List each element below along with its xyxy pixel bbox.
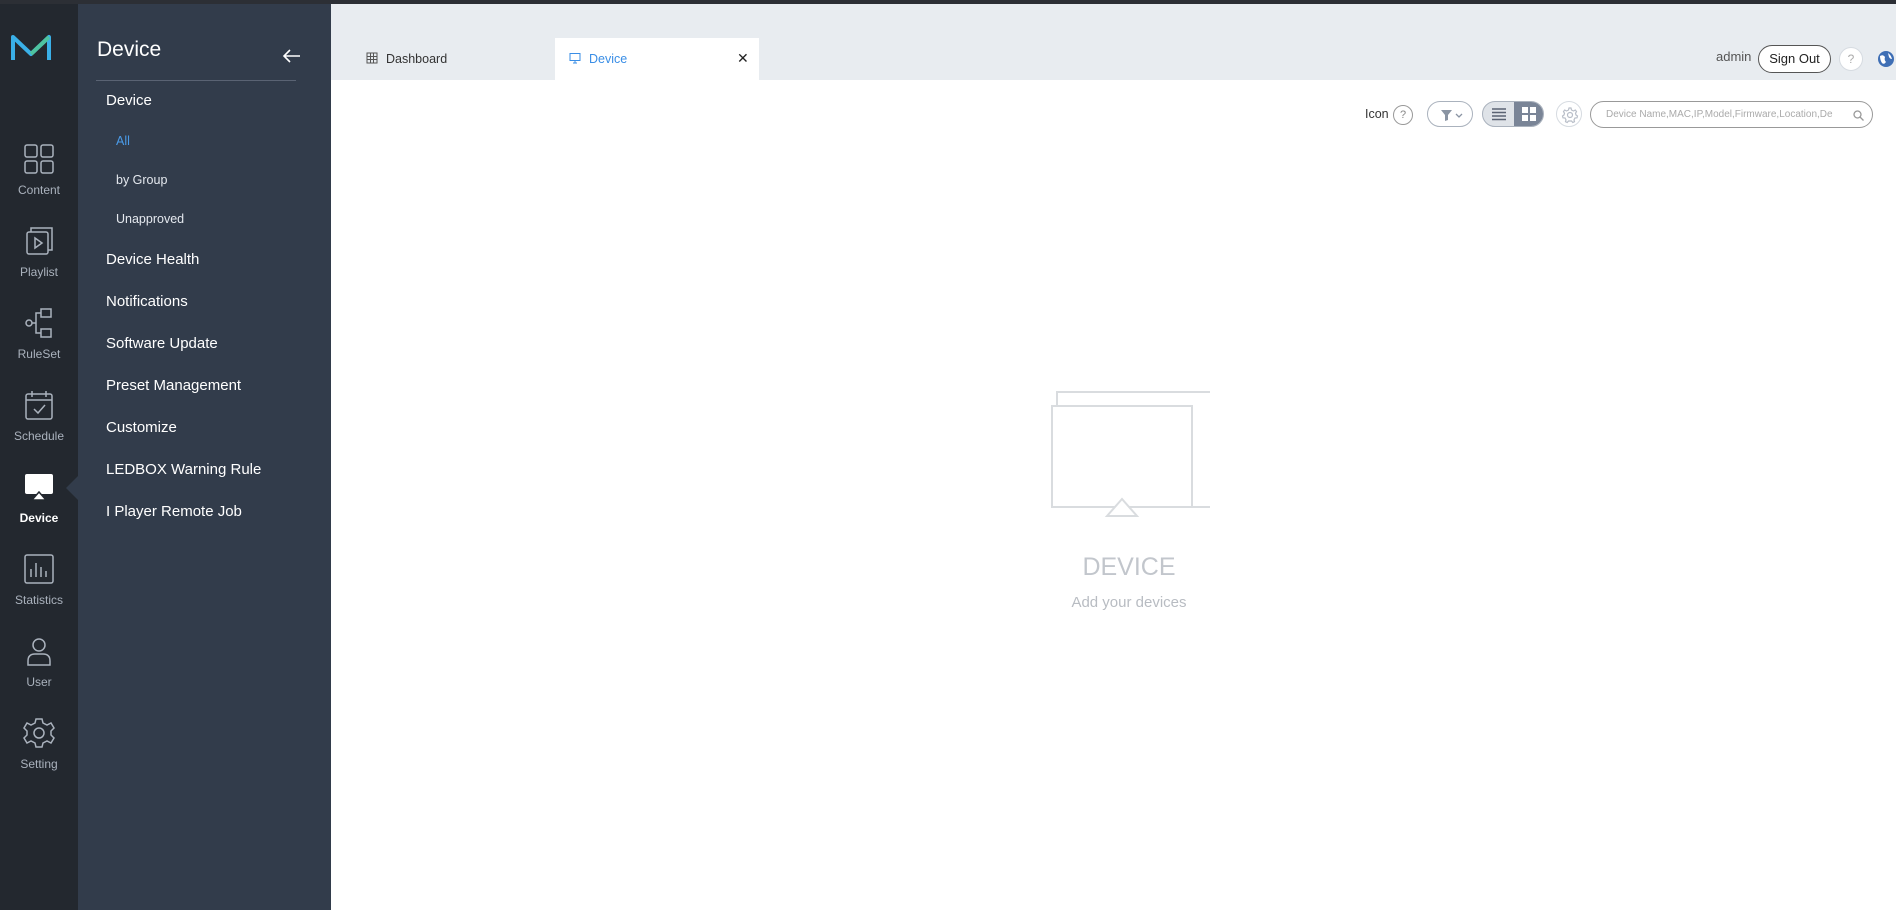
menu-ledbox-warning-rule[interactable]: LEDBOX Warning Rule xyxy=(106,461,261,478)
nav-ruleset[interactable]: RuleSet xyxy=(0,306,78,386)
nav-setting[interactable]: Setting xyxy=(0,716,78,796)
nav-schedule-label: Schedule xyxy=(13,429,65,443)
sign-out-button[interactable]: Sign Out xyxy=(1758,45,1831,73)
device-search-input[interactable] xyxy=(1606,107,1844,122)
nav-content[interactable]: Content xyxy=(0,142,78,222)
nav-setting-label: Setting xyxy=(20,757,58,771)
view-mode-help-icon[interactable]: ? xyxy=(1393,105,1413,125)
menu-device[interactable]: Device xyxy=(106,92,152,109)
submenu-title: Device xyxy=(97,38,162,61)
nav-user-label: User xyxy=(26,675,52,689)
menu-software-update[interactable]: Software Update xyxy=(106,335,218,352)
device-monitor-icon xyxy=(25,474,53,501)
device-submenu: Device Device All by Group Unapproved De… xyxy=(78,4,331,910)
nav-statistics-label: Statistics xyxy=(14,593,63,607)
active-nav-pointer xyxy=(66,476,78,500)
menu-customize[interactable]: Customize xyxy=(106,419,177,436)
dashboard-grid-icon xyxy=(366,52,378,64)
view-mode-toggle xyxy=(1482,101,1544,127)
nav-content-label: Content xyxy=(17,183,61,197)
nav-ruleset-label: RuleSet xyxy=(17,347,61,361)
column-settings-button[interactable] xyxy=(1556,101,1582,127)
grid-view-icon xyxy=(1522,107,1536,121)
nav-device-label: Device xyxy=(19,511,59,525)
empty-state-title: DEVICE xyxy=(1082,553,1176,581)
menu-device-health[interactable]: Device Health xyxy=(106,251,199,268)
empty-state-subtitle: Add your devices xyxy=(1071,594,1187,611)
search-icon[interactable] xyxy=(1853,110,1864,121)
tab-dashboard-label: Dashboard xyxy=(386,52,448,66)
main-nav-rail: Content Playlist RuleSet Schedule Device… xyxy=(0,4,78,910)
ruleset-icon xyxy=(25,308,52,338)
playlist-icon xyxy=(26,227,53,255)
menu-device-all[interactable]: All xyxy=(116,134,130,148)
nav-schedule[interactable]: Schedule xyxy=(0,388,78,468)
gear-icon xyxy=(23,718,55,748)
menu-device-unapproved[interactable]: Unapproved xyxy=(116,212,184,226)
filter-funnel-icon xyxy=(1441,110,1463,121)
statistics-chart-icon xyxy=(24,554,54,584)
collapse-arrow-icon[interactable] xyxy=(280,44,304,68)
tab-device[interactable]: Device ✕ xyxy=(555,38,759,80)
user-icon xyxy=(27,638,51,666)
tab-close-icon[interactable]: ✕ xyxy=(737,50,749,67)
help-button[interactable]: ? xyxy=(1839,47,1863,71)
menu-preset-management[interactable]: Preset Management xyxy=(106,377,241,394)
grid-view-button[interactable] xyxy=(1514,102,1543,126)
tab-dashboard[interactable]: Dashboard xyxy=(331,38,555,80)
device-search-box xyxy=(1590,101,1873,128)
submenu-divider xyxy=(96,80,296,81)
monitor-icon xyxy=(569,53,581,64)
globe-language-icon[interactable] xyxy=(1877,50,1895,68)
tab-bar: Dashboard Device ✕ admin Sign Out ? xyxy=(331,4,1896,80)
content-grid-icon xyxy=(24,144,54,174)
current-user: admin xyxy=(1716,49,1752,64)
app-root: Content Playlist RuleSet Schedule Device… xyxy=(0,0,1896,910)
empty-devices-illustration-icon xyxy=(1051,391,1210,517)
settings-gear-icon xyxy=(1561,107,1579,124)
schedule-calendar-icon xyxy=(25,391,53,420)
tab-device-label: Device xyxy=(589,52,628,66)
nav-playlist-label: Playlist xyxy=(19,265,58,279)
nav-user[interactable]: User xyxy=(0,634,78,714)
filter-button[interactable] xyxy=(1427,101,1473,127)
menu-device-by-group[interactable]: by Group xyxy=(116,173,167,187)
nav-statistics[interactable]: Statistics xyxy=(0,552,78,632)
list-view-button[interactable] xyxy=(1483,102,1514,126)
list-view-icon xyxy=(1492,108,1506,121)
app-logo-icon xyxy=(11,35,51,60)
menu-notifications[interactable]: Notifications xyxy=(106,293,188,310)
view-mode-label: Icon xyxy=(1365,107,1389,121)
menu-i-player-remote-job[interactable]: I Player Remote Job xyxy=(106,503,242,520)
nav-playlist[interactable]: Playlist xyxy=(0,224,78,304)
